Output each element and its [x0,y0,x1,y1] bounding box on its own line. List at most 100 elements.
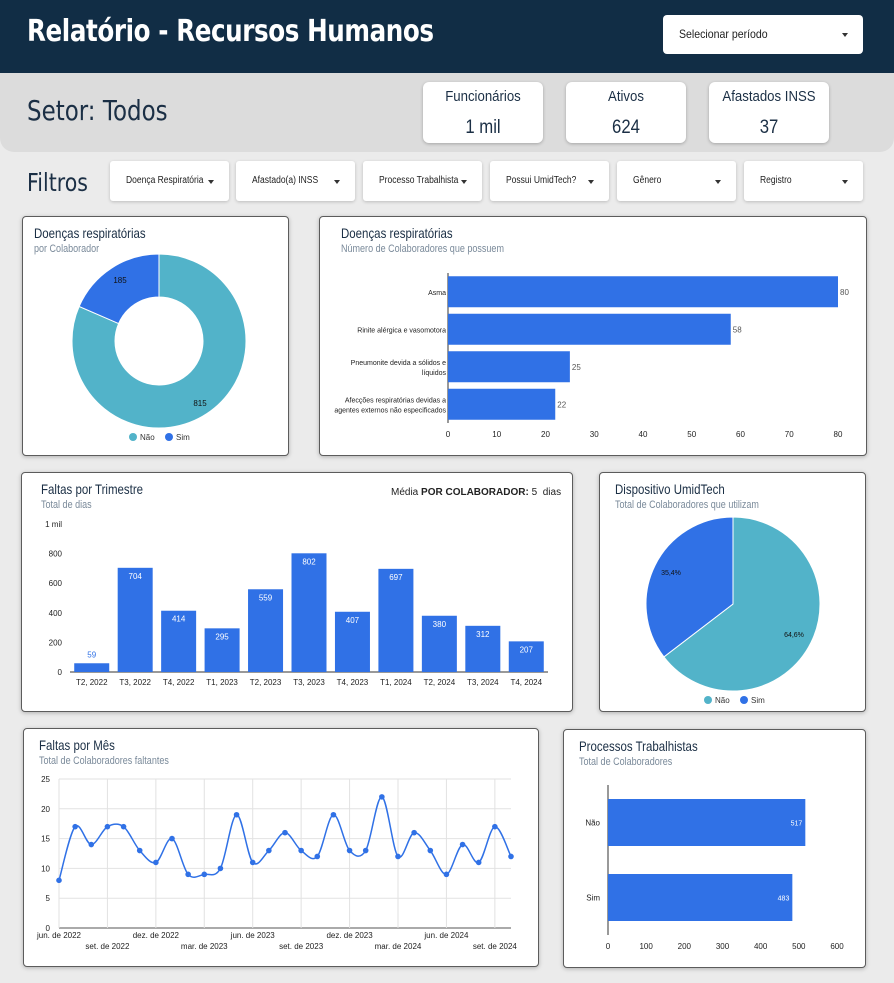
x-tick-label: 0 [446,430,451,439]
bar-value-label: 704 [129,572,143,581]
data-point [266,847,272,854]
filter-processo-trabalhista[interactable]: Processo Trabalhista [363,161,482,201]
x-tick-label: T4, 2022 [163,678,195,687]
category-label: Não [585,819,600,828]
x-tick-label: T3, 2023 [293,678,325,687]
x-tick-label: T4, 2024 [510,678,542,687]
legend-label: Sim [176,433,190,442]
data-point [249,859,256,866]
faltas-trimestre-chart: 0 200 400 600 800 1 mil 59 T2, 2022 704 T3, 2022 4… [45,520,548,687]
data-point [153,859,159,866]
x-tick-label: 60 [736,430,745,439]
resp-bar-chart: 80 Asma 58 Rinite alérgica e vasomotora 25 Pn… [334,273,849,439]
data-point [362,847,369,854]
slice-value-label: 64,6% [784,632,804,639]
data-point [395,853,401,860]
chevron-down-icon [208,180,214,184]
filter-afastado-inss[interactable]: Afastado(a) INSS [236,161,355,201]
data-point [56,877,62,884]
x-tick-label: 200 [678,942,692,951]
x-tick-label: mar. de 2024 [375,942,422,951]
card-resp-donut: Doenças respiratórias por Colaborador 81… [22,216,289,456]
data-point [201,871,208,878]
y-tick-label: 600 [49,579,63,588]
x-tick-label: 10 [492,430,501,439]
data-point [411,829,417,836]
kpi-value: 37 [759,117,779,138]
kpi-card-afastados: Afastados INSS 37 [709,82,829,143]
data-point [314,853,321,860]
data-point [120,823,127,830]
legend-label: Não [715,696,730,705]
period-select-label: Selecionar período [679,27,768,41]
data-point [427,847,434,854]
x-tick-label: set. de 2023 [279,942,324,951]
slice-value-label: 815 [193,399,207,408]
category-label: Pneumonite devida a sólidos e [351,360,446,367]
chevron-down-icon [842,180,848,184]
y-tick-label: 200 [49,638,63,647]
data-point [104,823,111,830]
category-label: Asma [428,290,446,297]
filter-genero[interactable]: Gênero [617,161,736,201]
resp-donut-chart: 815 185 Não Sim [71,253,247,442]
filter-doenca-respiratoria[interactable]: Doença Respiratória [110,161,229,201]
x-tick-label: jun. de 2024 [423,931,469,940]
data-point [136,847,143,854]
y-tick-label: 1 mil [45,520,62,529]
category-label: Rinite alérgica e vasomotora [357,327,446,334]
bar-value-label: 380 [433,620,447,629]
kpi-label: Afastados INSS [722,88,816,105]
kpi-label: Ativos [608,88,644,105]
x-tick-label: T1, 2024 [380,678,412,687]
x-tick-label: mar. de 2023 [181,942,228,951]
kpi-value: 1 mil [465,117,501,138]
x-tick-label: dez. de 2022 [133,931,180,940]
card-umidtech: Dispositivo UmidTech Total de Colaborado… [599,472,866,712]
data-point [185,871,191,878]
x-tick-label: 300 [716,942,730,951]
data-point [88,841,95,848]
kpi-card-ativos: Ativos 624 [566,82,686,143]
category-label: agentes externos não especificados [334,407,446,414]
legend-swatch [704,696,712,704]
kpi-label: Funcionários [445,88,521,105]
bar-value-label: 25 [572,363,581,372]
card-faltas-trimestre: Faltas por Trimestre Total de dias Média… [21,472,573,712]
filter-label: Afastado(a) INSS [252,175,319,186]
faltas-mes-chart: 0510152025jun. de 2022 dez. de 2022 jun. d… [36,775,517,951]
bar-value-label: 22 [557,400,566,409]
chevron-down-icon [461,180,467,184]
slice-value-label: 35,4% [661,570,681,577]
x-tick-label: 70 [785,430,794,439]
filter-registro[interactable]: Registro [744,161,863,201]
bar [608,874,793,921]
bar-value-label: 80 [840,288,849,297]
data-point [330,811,337,818]
x-tick-label: T3, 2024 [467,678,499,687]
bar-value-label: 517 [791,821,803,828]
chevron-down-icon [715,180,721,184]
data-point [346,847,353,854]
legend-swatch [165,433,173,441]
x-tick-label: T2, 2022 [76,678,108,687]
chevron-down-icon [588,180,594,184]
x-tick-label: 50 [687,430,696,439]
data-point [298,847,304,854]
processos-bar-chart: 517 Não 483 Sim 0 100 200 300 400 500 600 [585,785,844,951]
x-tick-label: 500 [792,942,806,951]
x-tick-label: T1, 2023 [206,678,238,687]
x-tick-label: T3, 2022 [119,678,151,687]
bar [378,568,414,672]
y-tick-label: 20 [41,805,50,814]
period-select[interactable]: Selecionar período [663,15,863,54]
data-point [379,794,385,800]
filter-label: Registro [760,175,792,186]
filter-label: Doença Respiratória [126,175,204,186]
x-tick-label: 0 [606,942,611,951]
legend-label: Não [140,433,155,442]
y-tick-label: 0 [58,668,63,677]
sector-label: Setor: Todos [27,94,168,127]
umidtech-pie-chart: 64,6% 35,4% Não Sim [645,516,821,705]
filter-possui-umidtech[interactable]: Possui UmidTech? [490,161,609,201]
